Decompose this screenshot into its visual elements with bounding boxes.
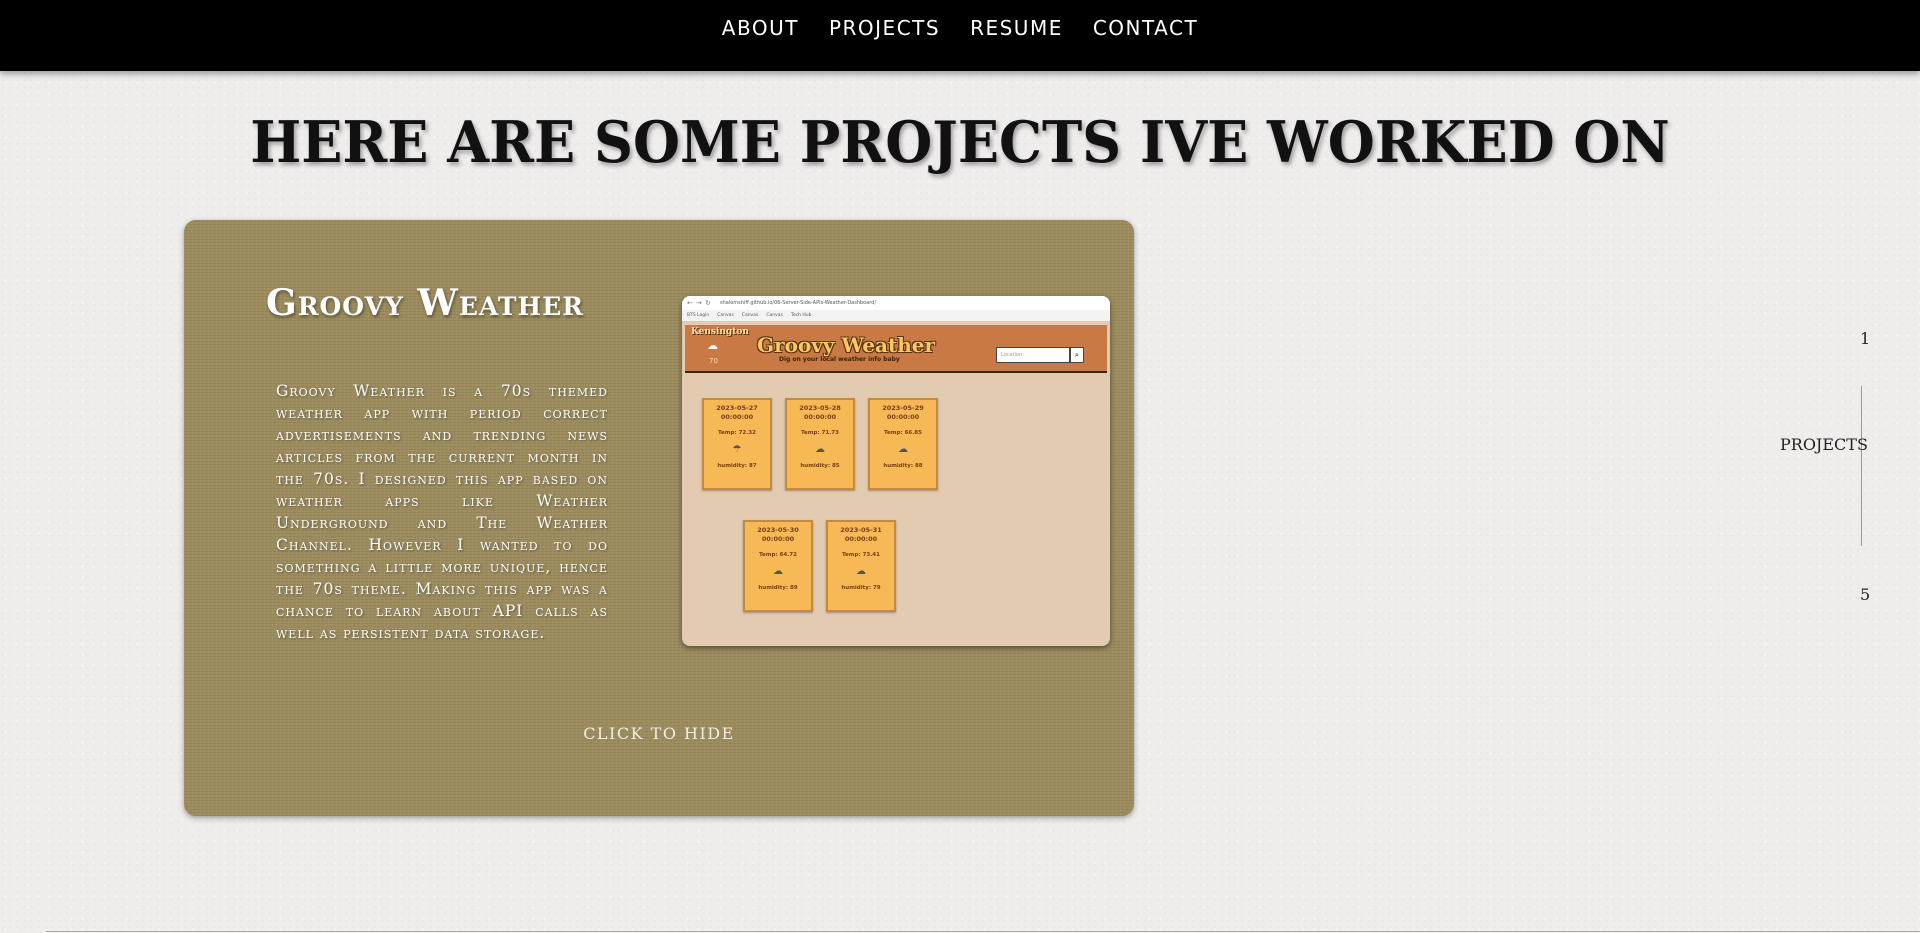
forecast-date: 2023-05-30 00:00:00 xyxy=(757,526,799,543)
weather-app-header: Kensington ☁ 70 Groovy Weather Dig on yo… xyxy=(685,325,1107,373)
bookmark-item: Tech Hub xyxy=(790,313,812,318)
reload-icon: ↻ xyxy=(705,299,711,307)
section-index-end: 5 xyxy=(1860,585,1871,604)
bookmark-item: Canvas xyxy=(741,313,759,318)
page-title: HERE ARE SOME PROJECTS IVE WORKED ON xyxy=(250,108,1670,176)
forecast-humidity: humidity: 89 xyxy=(758,585,798,591)
bookmark-item: Canvas xyxy=(766,313,783,318)
forecast-temp: Temp: 64.72 xyxy=(759,552,797,558)
forecast-humidity: humidity: 87 xyxy=(717,463,757,469)
back-arrow-icon: ← xyxy=(687,299,693,307)
bookmarks-bar: BTS Login Canvas Canvas Canvas Tech Hub xyxy=(682,310,1110,322)
forecast-temp: Temp: 73.41 xyxy=(842,552,880,558)
nav-about[interactable]: ABOUT xyxy=(722,16,799,40)
project-screenshot[interactable]: ← → ↻ shalomshiff.github.io/06-Server-Si… xyxy=(682,296,1110,646)
forecast-humidity: humidity: 88 xyxy=(883,463,923,469)
bottom-divider xyxy=(46,931,1920,932)
forecast-date: 2023-05-27 00:00:00 xyxy=(716,404,758,421)
bookmark-item: Canvas xyxy=(717,313,734,318)
forecast-date: 2023-05-29 00:00:00 xyxy=(882,404,924,421)
cloud-icon: ☁ xyxy=(773,566,783,577)
search-icon: ⌕ xyxy=(1070,347,1084,363)
current-location: Kensington xyxy=(691,327,749,337)
forecast-card: 2023-05-31 00:00:00 Temp: 73.41 ☁ humidit… xyxy=(826,520,896,612)
nav-projects[interactable]: PROJECTS xyxy=(829,16,940,40)
click-to-hide-button[interactable]: CLICK TO HIDE xyxy=(184,724,1134,743)
address-bar: shalomshiff.github.io/06-Server-Side-API… xyxy=(720,300,877,306)
rain-icon: ☂ xyxy=(732,444,742,455)
browser-toolbar: ← → ↻ shalomshiff.github.io/06-Server-Si… xyxy=(682,296,1110,310)
cloud-icon: ☁ xyxy=(707,340,718,352)
forecast-card: 2023-05-29 00:00:00 Temp: 66.85 ☁ humidit… xyxy=(868,398,938,490)
top-nav: ABOUT PROJECTS RESUME CONTACT xyxy=(0,0,1920,71)
app-subtitle: Dig on your local weather info baby xyxy=(779,356,900,363)
project-card: Groovy Weather Groovy Weather is a 70s t… xyxy=(184,220,1134,816)
forecast-temp: Temp: 72.32 xyxy=(718,430,756,436)
forecast-card: 2023-05-27 00:00:00 Temp: 72.32 ☂ humidit… xyxy=(702,398,772,490)
forecast-date: 2023-05-28 00:00:00 xyxy=(799,404,841,421)
forecast-humidity: humidity: 79 xyxy=(841,585,881,591)
forecast-date: 2023-05-31 00:00:00 xyxy=(840,526,882,543)
app-title: Groovy Weather xyxy=(757,333,936,357)
current-section-label: PROJECTS xyxy=(1780,435,1868,454)
section-progress-line xyxy=(1861,386,1862,546)
cloud-icon: ☁ xyxy=(815,444,825,455)
cloud-icon: ☁ xyxy=(856,566,866,577)
nav-contact[interactable]: CONTACT xyxy=(1093,16,1198,40)
forecast-temp: Temp: 71.73 xyxy=(801,430,839,436)
section-index-start: 1 xyxy=(1860,329,1871,348)
nav-resume[interactable]: RESUME xyxy=(970,16,1063,40)
forward-arrow-icon: → xyxy=(696,299,702,307)
forecast-humidity: humidity: 85 xyxy=(800,463,840,469)
forecast-card: 2023-05-30 00:00:00 Temp: 64.72 ☁ humidit… xyxy=(743,520,813,612)
location-search-input: Location xyxy=(996,347,1070,363)
forecast-card: 2023-05-28 00:00:00 Temp: 71.73 ☁ humidit… xyxy=(785,398,855,490)
project-description: Groovy Weather is a 70s themed weather a… xyxy=(276,382,608,642)
current-temp: 70 xyxy=(709,357,718,365)
cloud-icon: ☁ xyxy=(898,444,908,455)
forecast-temp: Temp: 66.85 xyxy=(884,430,922,436)
project-title: Groovy Weather xyxy=(266,282,584,324)
bookmark-item: BTS Login xyxy=(687,313,710,318)
